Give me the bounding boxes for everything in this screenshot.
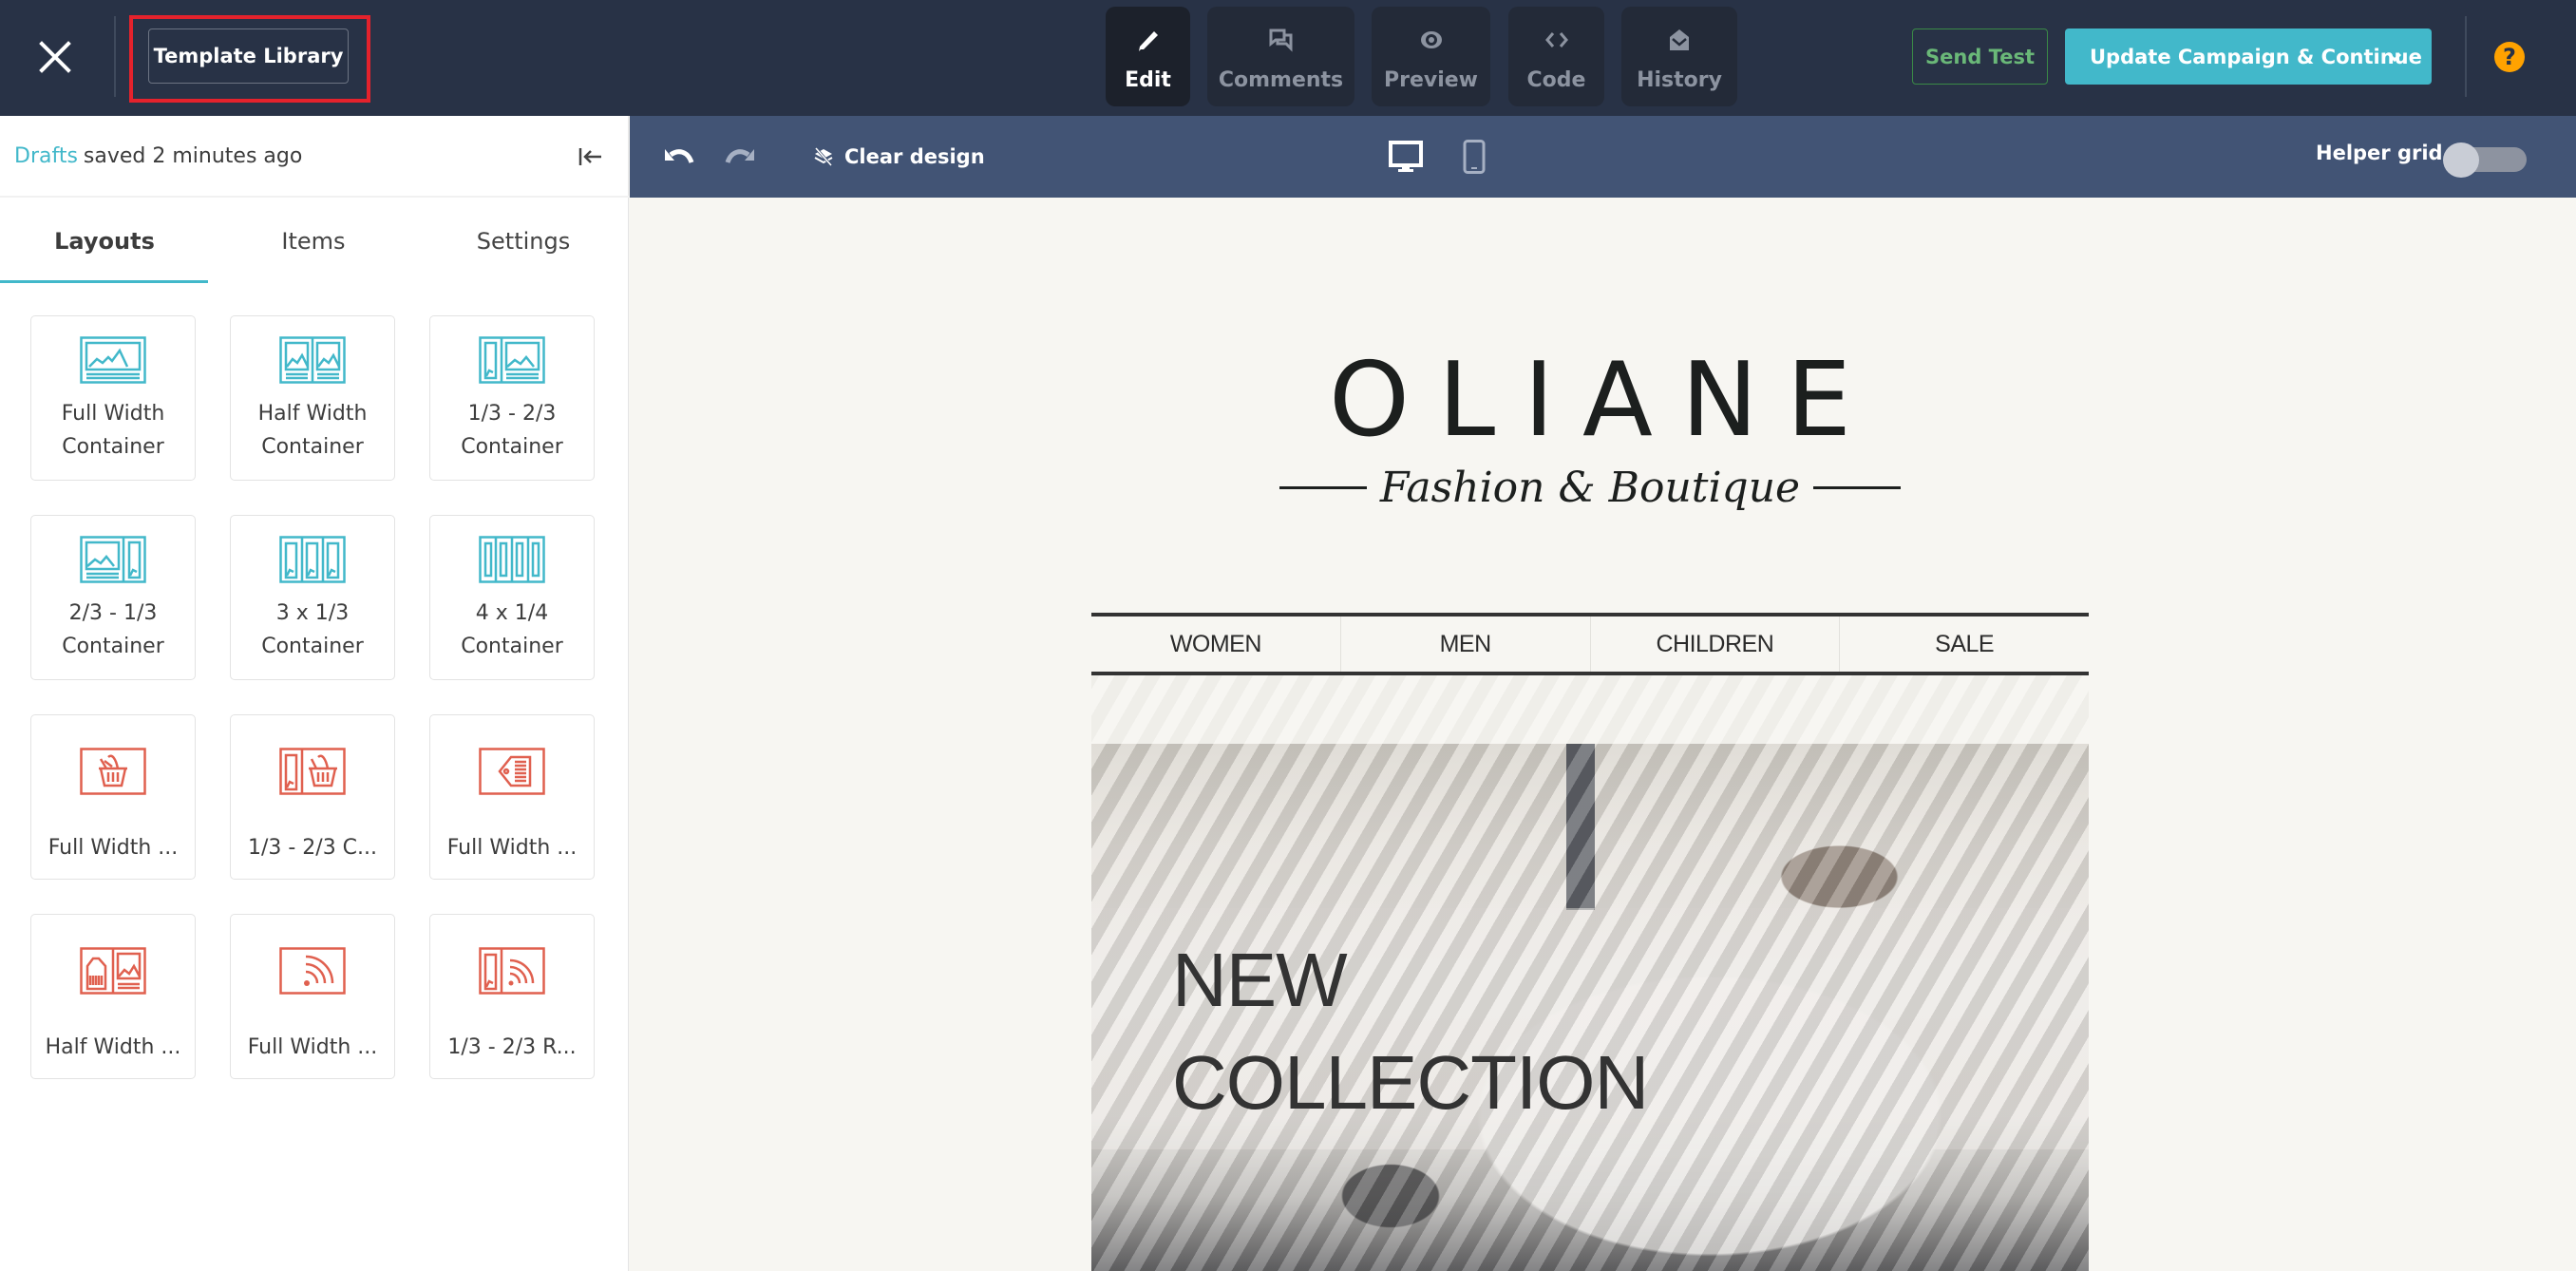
sidebar-tab-layouts[interactable]: Layouts [0, 199, 209, 283]
hero-title[interactable]: NEW COLLECTION [1172, 929, 1649, 1134]
three-column-container-icon [279, 536, 346, 583]
one-third-basket-icon [279, 748, 346, 795]
helper-grid-label: Helper grid [2316, 142, 2443, 164]
header-divider [2465, 16, 2467, 97]
layout-card[interactable]: Full Width Container [30, 315, 196, 481]
layout-card-label: 3 x 1/3 Container [261, 601, 364, 658]
template-library-button[interactable]: Template Library [148, 28, 349, 84]
tab-edit[interactable]: Edit [1106, 7, 1190, 106]
sidebar-tabs: Layouts Items Settings [0, 199, 629, 283]
one-third-rss-icon [479, 947, 545, 995]
drafts-link[interactable]: Drafts [14, 144, 78, 168]
toggle-knob [2443, 142, 2479, 178]
email-canvas: OLIANE Fashion & Boutique WOMEN MEN CHIL… [630, 198, 2576, 1271]
layout-card[interactable]: Full Width ... [230, 914, 395, 1079]
four-column-container-icon [479, 536, 545, 583]
one-third-two-thirds-container-icon [479, 336, 545, 384]
undo-icon[interactable] [663, 142, 695, 166]
layout-card[interactable]: 1/3 - 2/3 C... [230, 714, 395, 880]
layout-card-label: 1/3 - 2/3 C... [247, 836, 378, 860]
layout-card-label: Full Width ... [446, 836, 578, 860]
eye-icon [1420, 31, 1442, 48]
email-nav-men[interactable]: MEN [1341, 617, 1591, 672]
layout-card[interactable]: 1/3 - 2/3 Container [429, 315, 595, 481]
clear-design-button[interactable]: Clear design [813, 142, 985, 172]
clear-layers-icon [814, 147, 833, 166]
email-nav-menu: WOMEN MEN CHILDREN SALE [1091, 613, 2089, 675]
tagline-rule [1279, 486, 1367, 489]
collapse-sidebar-icon[interactable] [578, 144, 604, 169]
pencil-icon [1138, 31, 1158, 51]
desktop-icon[interactable] [1389, 141, 1423, 173]
full-width-tag-icon [479, 748, 545, 795]
tab-history[interactable]: History [1621, 7, 1737, 106]
half-width-container-icon [279, 336, 346, 384]
email-nav-children[interactable]: CHILDREN [1591, 617, 1841, 672]
header-divider [114, 16, 116, 97]
brand-tagline: Fashion & Boutique [1091, 464, 2089, 512]
hero-title-line: NEW [1172, 938, 1348, 1022]
layout-card[interactable]: Half Width ... [30, 914, 196, 1079]
layout-card[interactable]: 3 x 1/3 Container [230, 515, 395, 680]
canvas-toolbar: Clear design Helper grid [630, 116, 2576, 198]
empty-drop-zone[interactable] [1091, 675, 2089, 744]
close-icon [39, 41, 71, 73]
clear-design-label: Clear design [844, 145, 985, 168]
email-body: OLIANE Fashion & Boutique WOMEN MEN CHIL… [1091, 198, 2089, 1271]
chevron-down-icon[interactable] [2386, 48, 2403, 66]
comments-icon [1269, 28, 1292, 52]
code-icon [1544, 32, 1568, 47]
layout-card[interactable]: Full Width ... [429, 714, 595, 880]
layout-card[interactable]: 1/3 - 2/3 R... [429, 914, 595, 1079]
layout-card-label: Half Width Container [257, 402, 368, 459]
top-header: Template Library Edit Comments Preview C… [0, 0, 2576, 116]
hero-image-block[interactable]: NEW COLLECTION [1091, 744, 2089, 1271]
full-width-container-icon [80, 336, 146, 384]
layout-card-label: 4 x 1/4 Container [461, 601, 563, 658]
sidebar-tab-settings[interactable]: Settings [419, 199, 628, 283]
two-thirds-one-third-container-icon [80, 536, 146, 583]
tab-label: Edit [1125, 68, 1171, 92]
brand-logo[interactable]: OLIANE [1091, 350, 2089, 452]
full-width-rss-icon [279, 947, 346, 995]
layout-card-label: Half Width ... [45, 1035, 181, 1059]
send-test-button[interactable]: Send Test [1912, 28, 2048, 85]
layout-card[interactable]: 4 x 1/4 Container [429, 515, 595, 680]
hero-title-line: COLLECTION [1172, 1040, 1649, 1125]
layout-card-label: 1/3 - 2/3 R... [447, 1035, 577, 1059]
layout-card-label: 2/3 - 1/3 Container [62, 601, 164, 658]
saved-status-text: saved 2 minutes ago [83, 143, 303, 168]
full-width-basket-icon [80, 748, 146, 795]
tab-label: History [1637, 68, 1722, 92]
help-icon[interactable]: ? [2494, 42, 2525, 72]
layout-card-label: Full Width ... [47, 836, 179, 860]
tab-label: Comments [1218, 68, 1344, 92]
layout-card-label: Full Width ... [247, 1035, 378, 1059]
sidebar-tab-items[interactable]: Items [209, 199, 418, 283]
helper-grid-toggle[interactable] [2443, 142, 2527, 178]
layout-card[interactable]: Half Width Container [230, 315, 395, 481]
update-campaign-button[interactable]: Update Campaign & Continue [2065, 28, 2432, 85]
history-envelope-icon [1670, 29, 1689, 50]
update-campaign-label: Update Campaign & Continue [2090, 45, 2422, 68]
layout-card-label: Full Width Container [61, 402, 165, 459]
layout-card[interactable]: Full Width ... [30, 714, 196, 880]
tagline-text: Fashion & Boutique [1379, 464, 1801, 512]
sidebar: Drafts saved 2 minutes ago Layouts Items… [0, 116, 629, 1271]
tab-preview[interactable]: Preview [1372, 7, 1490, 106]
tab-comments[interactable]: Comments [1207, 7, 1354, 106]
tab-label: Preview [1383, 68, 1479, 92]
email-nav-women[interactable]: WOMEN [1091, 617, 1341, 672]
email-nav-sale[interactable]: SALE [1840, 617, 2089, 672]
tab-label: Code [1526, 68, 1586, 92]
tagline-rule [1813, 486, 1902, 489]
half-width-tag-icon [80, 947, 146, 995]
tab-code[interactable]: Code [1508, 7, 1604, 106]
layout-card-label: 1/3 - 2/3 Container [461, 402, 563, 459]
close-button[interactable] [36, 38, 74, 76]
save-status: Drafts saved 2 minutes ago [0, 116, 629, 198]
redo-icon[interactable] [724, 142, 756, 166]
layout-card[interactable]: 2/3 - 1/3 Container [30, 515, 196, 680]
mobile-icon[interactable] [1463, 140, 1486, 174]
